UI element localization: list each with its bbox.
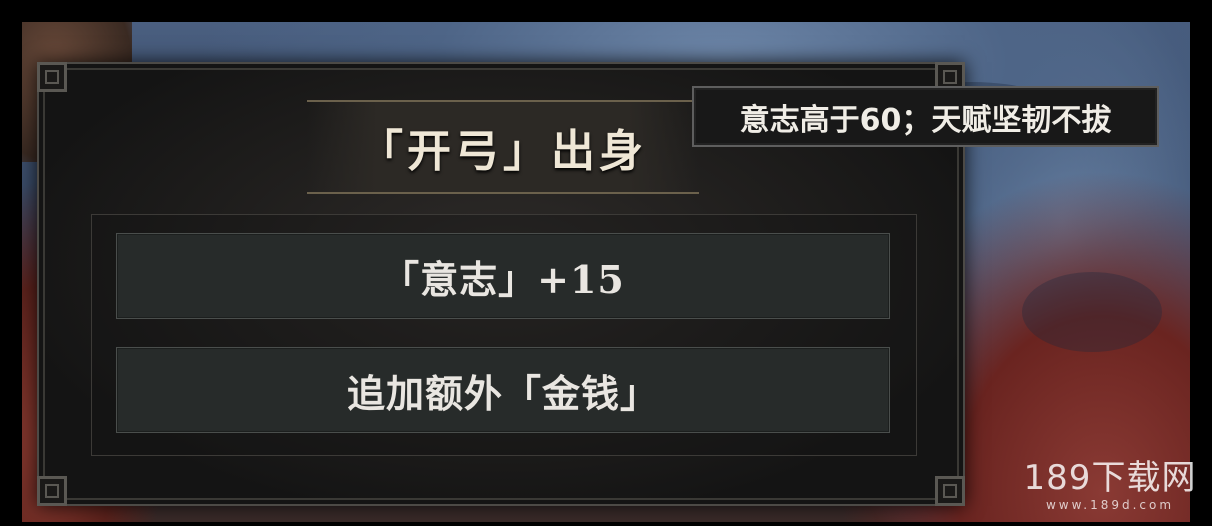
requirement-tooltip: 意志高于60；天赋坚韧不拔 xyxy=(692,86,1159,147)
cloth-fold xyxy=(1022,272,1162,352)
option-label: 「意志」+15 xyxy=(381,256,625,302)
corner-ornament xyxy=(37,62,67,92)
option-button-extra-money[interactable]: 追加额外「金钱」 xyxy=(116,347,890,433)
corner-ornament xyxy=(935,476,965,506)
title-plate: 「开弓」出身 xyxy=(307,100,699,194)
site-watermark: 189下载网 www.189d.com xyxy=(1020,458,1200,518)
options-frame: 「意志」+15 追加额外「金钱」 xyxy=(91,214,917,456)
corner-ornament xyxy=(37,476,67,506)
tooltip-text: 意志高于60；天赋坚韧不拔 xyxy=(739,102,1112,138)
option-button-willpower[interactable]: 「意志」+15 xyxy=(116,233,890,319)
watermark-main: 189下载网 xyxy=(1023,458,1197,498)
watermark-url: www.189d.com xyxy=(1045,498,1175,512)
dialog-title: 「开弓」出身 xyxy=(359,126,647,177)
option-label: 追加额外「金钱」 xyxy=(346,370,659,416)
